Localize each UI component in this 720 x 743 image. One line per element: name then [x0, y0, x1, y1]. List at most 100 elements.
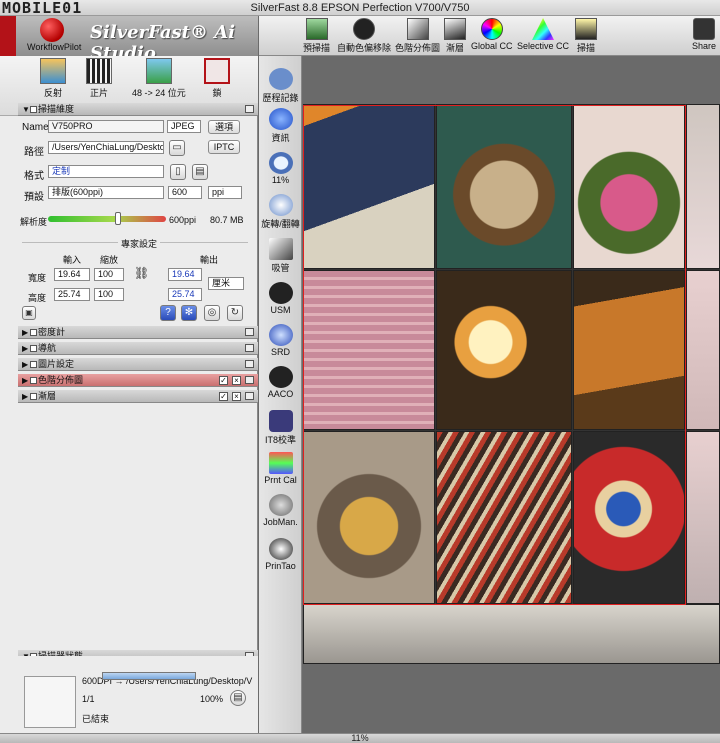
width-input-field[interactable]: 19.64: [54, 268, 90, 281]
width-output-field[interactable]: 19.64: [168, 268, 202, 281]
top-toolbar: 預掃描 自動色偏移除 色階分佈圖 漸層 Global CC Selective …: [259, 16, 720, 56]
height-input-field[interactable]: 25.74: [54, 288, 90, 301]
path-label: 路徑: [24, 147, 44, 158]
gear-icon[interactable]: ✻: [181, 305, 197, 321]
tool-aaco[interactable]: AACO: [259, 366, 302, 399]
resolution-slider-knob[interactable]: [115, 212, 121, 225]
section-window-icon[interactable]: [245, 328, 254, 336]
resolution-slider[interactable]: [48, 216, 166, 222]
global-cc-icon: [480, 18, 503, 40]
tool-rotate[interactable]: 旋轉/翻轉: [259, 194, 302, 230]
open-file-icon[interactable]: ▤: [230, 690, 246, 706]
type-select[interactable]: 定制: [48, 165, 164, 178]
prescan-button[interactable]: 預掃描: [303, 18, 330, 54]
workflow-pilot-icon[interactable]: [40, 18, 64, 42]
eyedropper-icon: [268, 238, 293, 260]
tool-srd[interactable]: SRD: [259, 324, 302, 357]
auto-cast-button[interactable]: 自動色偏移除: [337, 18, 391, 54]
trash-icon[interactable]: ▯: [170, 164, 186, 180]
gradation-button[interactable]: 漸層: [444, 18, 466, 54]
photo-tile: [686, 104, 720, 269]
global-cc-button[interactable]: Global CC: [471, 18, 513, 51]
photo-tile: [686, 270, 720, 430]
name-label: Name: [22, 122, 49, 133]
status-bar: 11%: [0, 733, 720, 743]
resolution-value: 600ppi: [169, 215, 197, 225]
tool-it8[interactable]: IT8校準: [259, 410, 302, 446]
share-icon: [693, 18, 716, 40]
tool-print-cal[interactable]: Prnt Cal: [259, 452, 302, 485]
help-icon[interactable]: ?: [160, 305, 176, 321]
job-manager-icon: [268, 494, 293, 516]
height-output-field[interactable]: 25.74: [168, 288, 202, 301]
image-settings-icon: [30, 361, 37, 368]
section-window-icon[interactable]: [245, 105, 254, 113]
navigator-icon: [30, 345, 37, 352]
enable-checkbox[interactable]: ✓: [219, 392, 228, 401]
save-preset-icon[interactable]: ▤: [192, 164, 208, 180]
section-window-icon[interactable]: [245, 392, 254, 400]
scanner-status-panel: 600DPI → /Users/YenChiaLung/Desktop/V 1/…: [18, 656, 258, 733]
section-image-settings[interactable]: ▶ 圖片設定: [18, 358, 258, 371]
histogram-icon: [406, 18, 429, 40]
gradation-icon: [444, 18, 466, 40]
path-field[interactable]: /Users/YenChiaLung/Desktop: [48, 141, 164, 154]
scan-settings-header[interactable]: ▼ 掃描維度: [18, 103, 258, 116]
tool-info[interactable]: 資訊: [259, 108, 302, 144]
name-field[interactable]: V750PRO: [48, 120, 164, 133]
text-column-tile: [303, 270, 435, 430]
frame-settings-icon: [30, 106, 37, 113]
scan-icon: [575, 18, 597, 40]
section-histogram[interactable]: ▶ 色階分佈圖 ✓ ×: [18, 374, 258, 387]
photo-tile: [573, 431, 685, 604]
section-gradation[interactable]: ▶ 漸層 ✓ ×: [18, 390, 258, 403]
zoom-icon: [268, 152, 293, 174]
settings-panel: WorkflowPilot SilverFast® Ai Studio 反射 正…: [0, 16, 258, 733]
ppi-field[interactable]: 600: [168, 186, 202, 199]
tool-history[interactable]: 歷程記錄: [259, 68, 302, 104]
mode-bit-depth[interactable]: 48 -> 24 位元: [132, 58, 186, 99]
section-densitometer[interactable]: ▶ 密度計: [18, 326, 258, 339]
save-icon[interactable]: ▣: [22, 306, 36, 320]
section-navigator[interactable]: ▶ 導航: [18, 342, 258, 355]
mode-lock[interactable]: 鎖: [204, 58, 230, 99]
section-window-icon[interactable]: [245, 360, 254, 368]
reset-x-icon[interactable]: ×: [232, 376, 241, 385]
iptc-button[interactable]: IPTC: [208, 140, 240, 154]
reset-x-icon[interactable]: ×: [232, 392, 241, 401]
photo-tile: [573, 270, 685, 430]
selective-cc-button[interactable]: Selective CC: [517, 18, 569, 51]
mode-reflective[interactable]: 反射: [40, 58, 66, 99]
width-scale-field[interactable]: 100: [94, 268, 124, 281]
link-chain-icon[interactable]: ⛓: [134, 266, 149, 280]
folder-icon[interactable]: ▭: [169, 140, 185, 156]
preview-area[interactable]: [303, 56, 720, 733]
preset-select[interactable]: 排版(600ppi): [48, 186, 164, 199]
usm-icon: [268, 282, 293, 304]
options-button[interactable]: 選項: [208, 120, 240, 134]
height-scale-field[interactable]: 100: [94, 288, 124, 301]
share-button[interactable]: Share: [692, 18, 716, 51]
section-window-icon[interactable]: [245, 376, 254, 384]
silverfast-window: SilverFast 8.8 EPSON Perfection V700/V75…: [0, 0, 720, 743]
unit-select[interactable]: 厘米: [208, 277, 244, 290]
format-select[interactable]: JPEG: [167, 120, 201, 133]
tool-zoom[interactable]: 11%: [259, 152, 302, 185]
tool-usm[interactable]: USM: [259, 282, 302, 315]
enable-checkbox[interactable]: ✓: [219, 376, 228, 385]
section-window-icon[interactable]: [245, 344, 254, 352]
ppi-unit-select[interactable]: ppi: [208, 186, 242, 199]
tool-printao[interactable]: PrinTao: [259, 538, 302, 571]
rotate-icon: [268, 194, 293, 216]
mode-transparency[interactable]: 正片: [86, 58, 112, 99]
histogram-small-icon: [30, 377, 37, 384]
job-count: 1/1: [82, 694, 95, 704]
zoom-fit-icon[interactable]: ◎: [204, 305, 220, 321]
tool-eyedropper[interactable]: 吸管: [259, 238, 302, 274]
densitometer-icon: [30, 329, 37, 336]
refresh-icon[interactable]: ↻: [227, 305, 243, 321]
scan-button[interactable]: 掃描: [575, 18, 597, 54]
tool-job-manager[interactable]: JobMan.: [259, 494, 302, 527]
brand-red-bar: [0, 16, 16, 56]
histogram-button[interactable]: 色階分佈圖: [395, 18, 440, 54]
